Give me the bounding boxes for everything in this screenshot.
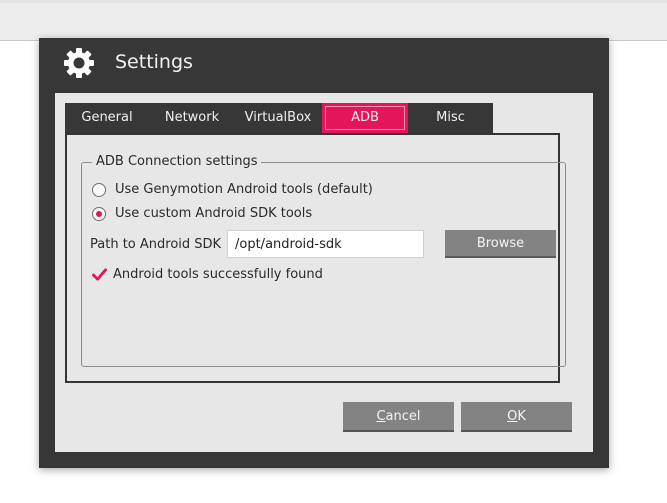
adb-connection-groupbox: ADB Connection settings Use Genymotion A… (81, 154, 566, 367)
tab-misc[interactable]: Misc (408, 103, 493, 133)
radio-label-genymotion: Use Genymotion Android tools (default) (115, 182, 373, 197)
settings-dialog: Settings General Network VirtualBox ADB … (39, 38, 609, 468)
tab-label: ADB (351, 110, 379, 125)
status-text: Android tools successfully found (113, 267, 323, 282)
cancel-mnemonic: C (376, 409, 386, 424)
cancel-label: ancel (385, 409, 421, 424)
ok-button[interactable]: OK (461, 402, 572, 432)
check-icon (92, 268, 107, 281)
sdk-path-label: Path to Android SDK (90, 237, 222, 252)
gear-icon (64, 48, 94, 78)
tab-label: VirtualBox (244, 110, 312, 125)
background-window-toolbar (0, 0, 667, 41)
browse-button[interactable]: Browse (445, 230, 556, 258)
radio-label-custom-sdk: Use custom Android SDK tools (115, 206, 313, 221)
cancel-button[interactable]: Cancel (343, 402, 454, 432)
ok-label: K (517, 409, 526, 424)
radio-button-genymotion[interactable] (92, 183, 106, 197)
tab-label: Network (164, 110, 220, 125)
tab-general[interactable]: General (65, 103, 149, 133)
ok-mnemonic: O (507, 409, 518, 424)
dialog-client-area: General Network VirtualBox ADB Misc ADB … (55, 93, 593, 452)
tab-content-panel: ADB Connection settings Use Genymotion A… (65, 133, 566, 383)
groupbox-title: ADB Connection settings (92, 154, 262, 170)
radio-button-custom-sdk[interactable] (92, 207, 106, 221)
tab-label: Misc (436, 110, 465, 125)
tab-bar: General Network VirtualBox ADB Misc (65, 103, 493, 133)
tab-virtualbox[interactable]: VirtualBox (235, 103, 321, 133)
dialog-title: Settings (115, 51, 193, 73)
tab-adb[interactable]: ADB (322, 103, 408, 133)
background-window-topline (0, 0, 667, 3)
tab-label: General (81, 110, 133, 125)
sdk-path-input[interactable] (227, 230, 424, 258)
desktop: Settings General Network VirtualBox ADB … (0, 0, 667, 503)
tab-network[interactable]: Network (149, 103, 235, 133)
